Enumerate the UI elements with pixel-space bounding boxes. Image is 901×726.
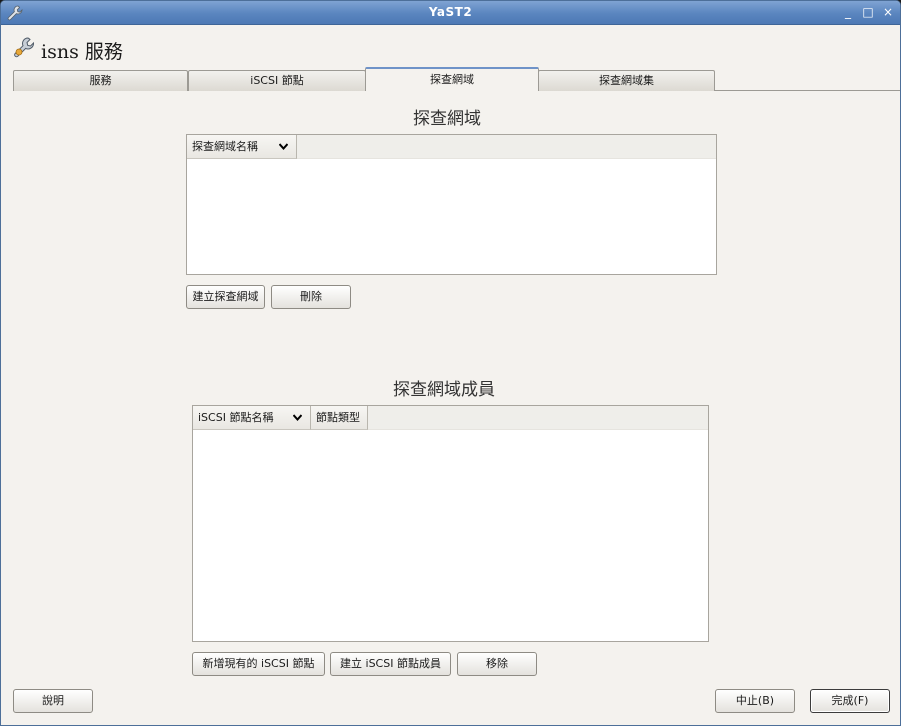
window-title: YaST2: [428, 5, 473, 19]
domains-section-title: 探查網域: [413, 109, 481, 129]
tab-bar: 服務 iSCSI 節點 探查網域 探查網域集: [13, 67, 900, 91]
members-table[interactable]: iSCSI 節點名稱 節點類型: [192, 405, 709, 642]
finish-button[interactable]: 完成(F): [810, 689, 890, 713]
tab-iscsi-nodes[interactable]: iSCSI 節點: [188, 70, 366, 91]
column-label: 節點類型: [316, 411, 360, 424]
domains-table[interactable]: 探查網域名稱: [186, 134, 717, 275]
column-header-node-name[interactable]: iSCSI 節點名稱: [193, 406, 311, 430]
tab-discovery-domains[interactable]: 探查網域: [365, 67, 539, 91]
column-label: iSCSI 節點名稱: [198, 411, 274, 424]
create-node-member-button[interactable]: 建立 iSCSI 節點成員: [330, 652, 451, 676]
members-section-title: 探查網域成員: [393, 380, 495, 400]
page-title: isns 服務: [41, 41, 123, 63]
sort-descending-icon: [279, 143, 288, 150]
remove-member-button[interactable]: 移除: [457, 652, 537, 676]
column-header-node-type[interactable]: 節點類型: [311, 406, 368, 430]
tab-discovery-domain-sets[interactable]: 探查網域集: [538, 70, 715, 91]
column-header-domain-name[interactable]: 探查網域名稱: [187, 135, 297, 159]
minimize-icon[interactable]: _: [841, 5, 855, 19]
abort-button[interactable]: 中止(B): [715, 689, 795, 713]
members-table-header: iSCSI 節點名稱 節點類型: [193, 406, 708, 430]
create-domain-button[interactable]: 建立探查網域: [186, 285, 265, 309]
sort-descending-icon: [293, 414, 302, 421]
domains-table-header: 探查網域名稱: [187, 135, 716, 159]
yast-window: YaST2 _ □ × isns 服務 服務 iSCSI 節點 探查網域 探查網…: [0, 0, 901, 726]
tab-service[interactable]: 服務: [13, 70, 188, 91]
wrench-icon: [14, 37, 34, 58]
column-label: 探查網域名稱: [192, 140, 258, 153]
title-bar[interactable]: YaST2 _ □ ×: [1, 1, 900, 25]
add-existing-node-button[interactable]: 新增現有的 iSCSI 節點: [192, 652, 325, 676]
help-button[interactable]: 說明: [13, 689, 93, 713]
delete-domain-button[interactable]: 刪除: [271, 285, 351, 309]
close-icon[interactable]: ×: [881, 5, 895, 19]
maximize-icon[interactable]: □: [861, 5, 875, 19]
